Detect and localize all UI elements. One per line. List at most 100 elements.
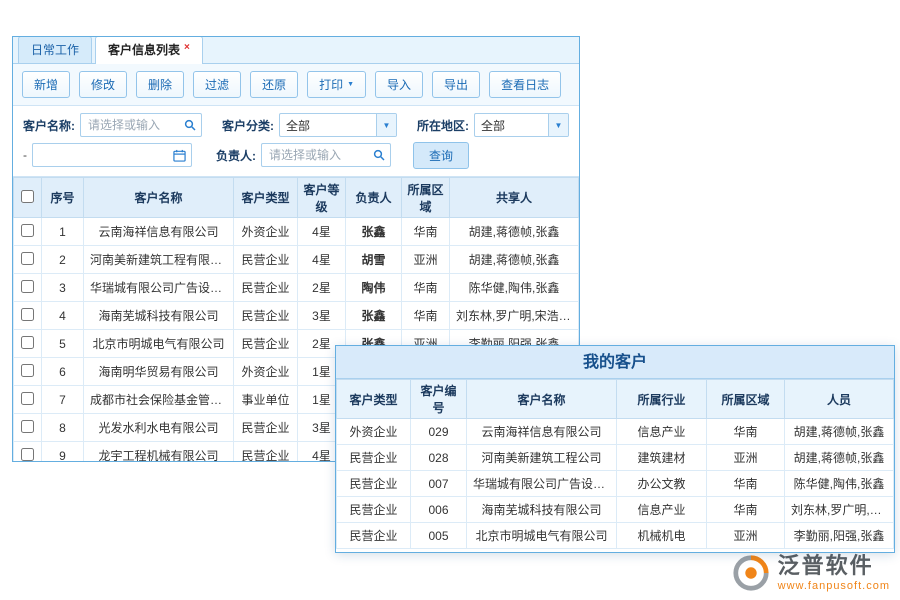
add-button[interactable]: 新增	[22, 71, 70, 98]
export-button[interactable]: 导出	[432, 71, 480, 98]
my-cell-people: 刘东林,罗广明,宋浩然,张鑫	[785, 497, 894, 523]
my-header-people: 人员	[785, 380, 894, 419]
restore-button[interactable]: 还原	[250, 71, 298, 98]
row-checkbox[interactable]	[21, 308, 34, 321]
cell-customer-name[interactable]: 龙宇工程机械有限公司	[84, 442, 234, 463]
my-cell-name[interactable]: 北京市明城电气有限公司	[467, 523, 617, 549]
date-field[interactable]	[32, 143, 192, 167]
my-cell-code[interactable]: 028	[411, 445, 467, 471]
my-cell-code[interactable]: 006	[411, 497, 467, 523]
cell-customer-name[interactable]: 云南海祥信息有限公司	[84, 218, 234, 246]
chevron-down-icon[interactable]: ▼	[548, 114, 568, 136]
my-cell-people: 陈华健,陶伟,张鑫	[785, 471, 894, 497]
filter-button[interactable]: 过滤	[193, 71, 241, 98]
cell-no: 9	[42, 442, 84, 463]
delete-button[interactable]: 删除	[136, 71, 184, 98]
leader-field[interactable]	[261, 143, 391, 167]
cell-no: 8	[42, 414, 84, 442]
table-row[interactable]: 4 海南芜城科技有限公司 民营企业 3星 张鑫 华南 刘东林,罗广明,宋浩然,张…	[14, 302, 579, 330]
tab-bar: 日常工作 客户信息列表×	[13, 37, 579, 64]
cell-grade: 2星	[298, 274, 346, 302]
date-input[interactable]	[38, 147, 170, 163]
my-table-row[interactable]: 外资企业 029 云南海祥信息有限公司 信息产业 华南 胡建,蒋德帧,张鑫	[337, 419, 894, 445]
row-checkbox[interactable]	[21, 336, 34, 349]
print-button-label: 打印	[319, 76, 343, 93]
row-checkbox[interactable]	[21, 364, 34, 377]
print-button[interactable]: 打印▼	[307, 71, 366, 98]
export-button-label: 导出	[444, 76, 468, 93]
area-value: 全部	[475, 117, 548, 134]
row-checkbox[interactable]	[21, 224, 34, 237]
table-row[interactable]: 3 华瑞城有限公司广告设计部 民营企业 2星 陶伟 华南 陈华健,陶伟,张鑫	[14, 274, 579, 302]
customer-name-field[interactable]	[80, 113, 202, 137]
customer-category-select[interactable]: 全部 ▼	[279, 113, 397, 137]
cell-owner[interactable]: 陶伟	[346, 274, 402, 302]
my-cell-code[interactable]: 007	[411, 471, 467, 497]
cell-owner[interactable]: 胡雪	[346, 246, 402, 274]
row-check-cell	[14, 414, 42, 442]
cell-region: 亚洲	[402, 246, 450, 274]
fanpu-logo: 泛普软件 www.fanpusoft.com	[732, 554, 890, 592]
cell-customer-name[interactable]: 成都市社会保险基金管理...	[84, 386, 234, 414]
view-log-button[interactable]: 查看日志	[489, 71, 561, 98]
row-checkbox[interactable]	[21, 252, 34, 265]
tab-customer-list[interactable]: 客户信息列表×	[95, 36, 203, 64]
cell-grade: 4星	[298, 246, 346, 274]
cell-customer-name[interactable]: 海南芜城科技有限公司	[84, 302, 234, 330]
cell-customer-name[interactable]: 华瑞城有限公司广告设计部	[84, 274, 234, 302]
my-cell-name[interactable]: 云南海祥信息有限公司	[467, 419, 617, 445]
my-cell-code[interactable]: 029	[411, 419, 467, 445]
cell-customer-name[interactable]: 河南美新建筑工程有限公司	[84, 246, 234, 274]
my-cell-code[interactable]: 005	[411, 523, 467, 549]
import-button[interactable]: 导入	[375, 71, 423, 98]
date-range-dash: -	[23, 148, 27, 162]
cell-owner[interactable]: 张鑫	[346, 218, 402, 246]
my-cell-region: 华南	[707, 497, 785, 523]
my-cell-people: 李勤丽,阳强,张鑫	[785, 523, 894, 549]
my-cell-name[interactable]: 海南芜城科技有限公司	[467, 497, 617, 523]
customer-name-input[interactable]	[86, 117, 181, 133]
table-row[interactable]: 2 河南美新建筑工程有限公司 民营企业 4星 胡雪 亚洲 胡建,蒋德帧,张鑫	[14, 246, 579, 274]
select-all-checkbox[interactable]	[21, 190, 34, 203]
query-button[interactable]: 查询	[413, 142, 469, 169]
my-header-industry: 所属行业	[617, 380, 707, 419]
cell-customer-type: 民营企业	[234, 246, 298, 274]
cell-customer-type: 外资企业	[234, 358, 298, 386]
my-table-header-row: 客户类型 客户编号 客户名称 所属行业 所属区域 人员	[337, 380, 894, 419]
my-cell-type: 民营企业	[337, 523, 411, 549]
my-customers-title: 我的客户	[336, 346, 894, 379]
filter-area: 客户名称: 客户分类: 全部 ▼ 所在地区: 全部 ▼ -	[13, 106, 579, 177]
my-cell-name[interactable]: 华瑞城有限公司广告设计部	[467, 471, 617, 497]
my-table-row[interactable]: 民营企业 028 河南美新建筑工程公司 建筑建材 亚洲 胡建,蒋德帧,张鑫	[337, 445, 894, 471]
cell-customer-name[interactable]: 海南明华贸易有限公司	[84, 358, 234, 386]
chevron-down-icon[interactable]: ▼	[376, 114, 396, 136]
cell-customer-name[interactable]: 光发水利水电有限公司	[84, 414, 234, 442]
my-table-row[interactable]: 民营企业 007 华瑞城有限公司广告设计部 办公文教 华南 陈华健,陶伟,张鑫	[337, 471, 894, 497]
leader-input[interactable]	[267, 147, 370, 163]
my-table-row[interactable]: 民营企业 006 海南芜城科技有限公司 信息产业 华南 刘东林,罗广明,宋浩然,…	[337, 497, 894, 523]
calendar-icon[interactable]	[173, 149, 186, 162]
my-cell-type: 民营企业	[337, 445, 411, 471]
cell-customer-type: 民营企业	[234, 274, 298, 302]
row-checkbox[interactable]	[21, 448, 34, 461]
search-icon[interactable]	[373, 149, 385, 161]
row-checkbox[interactable]	[21, 420, 34, 433]
cell-customer-name[interactable]: 北京市明城电气有限公司	[84, 330, 234, 358]
cell-shared: 刘东林,罗广明,宋浩然,张鑫	[450, 302, 579, 330]
search-icon[interactable]	[184, 119, 196, 131]
customer-category-value: 全部	[280, 117, 376, 134]
row-checkbox[interactable]	[21, 392, 34, 405]
close-icon[interactable]: ×	[184, 42, 190, 53]
table-row[interactable]: 1 云南海祥信息有限公司 外资企业 4星 张鑫 华南 胡建,蒋德帧,张鑫	[14, 218, 579, 246]
row-check-cell	[14, 330, 42, 358]
my-cell-industry: 机械机电	[617, 523, 707, 549]
my-table-row[interactable]: 民营企业 005 北京市明城电气有限公司 机械机电 亚洲 李勤丽,阳强,张鑫	[337, 523, 894, 549]
my-header-type: 客户类型	[337, 380, 411, 419]
row-checkbox[interactable]	[21, 280, 34, 293]
area-select[interactable]: 全部 ▼	[474, 113, 569, 137]
cell-shared: 胡建,蒋德帧,张鑫	[450, 218, 579, 246]
modify-button[interactable]: 修改	[79, 71, 127, 98]
tab-daily-work[interactable]: 日常工作	[18, 36, 92, 63]
my-cell-name[interactable]: 河南美新建筑工程公司	[467, 445, 617, 471]
cell-owner[interactable]: 张鑫	[346, 302, 402, 330]
